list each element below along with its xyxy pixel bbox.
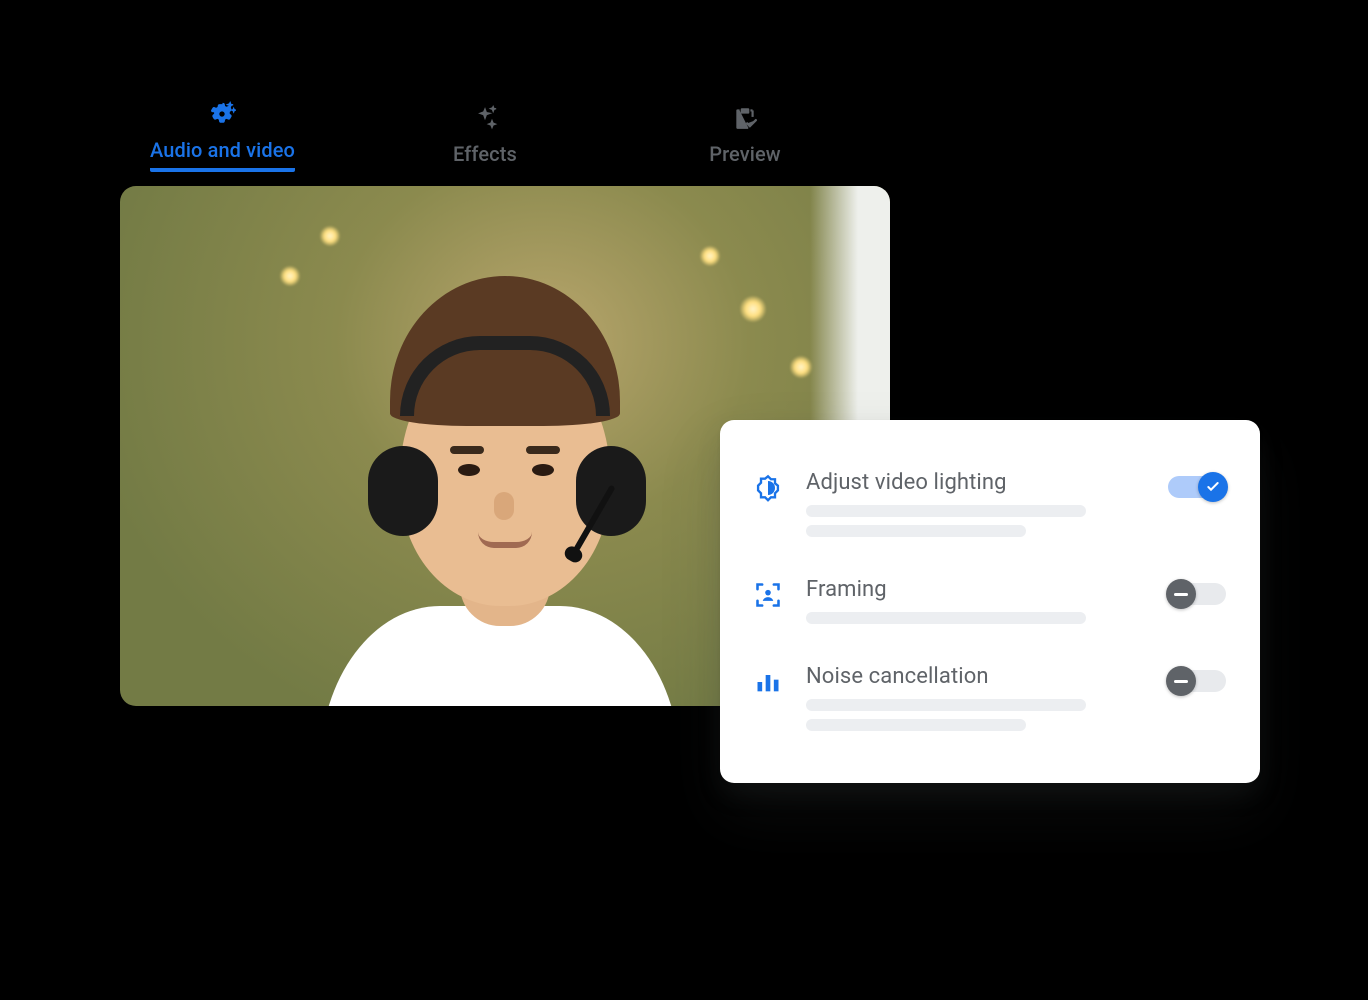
tab-label: Preview [709, 142, 781, 172]
setting-description-placeholder [806, 525, 1026, 537]
setting-description-placeholder [806, 612, 1086, 624]
tab-audio-and-video[interactable]: Audio and video [150, 100, 295, 172]
setting-description-placeholder [806, 699, 1086, 711]
setting-adjust-lighting: Adjust video lighting [754, 454, 1226, 561]
tab-label: Effects [453, 142, 517, 172]
setting-framing: Framing [754, 561, 1226, 648]
setting-description-placeholder [806, 719, 1026, 731]
frame-person-icon [754, 581, 784, 613]
setting-title: Adjust video lighting [806, 470, 1146, 495]
sparkles-icon [471, 104, 499, 132]
participant-avatar [280, 286, 720, 706]
equalizer-icon [754, 668, 784, 700]
audio-video-settings-panel: Adjust video lighting Framing [720, 420, 1260, 783]
toggle-framing[interactable] [1168, 583, 1226, 605]
tab-label: Audio and video [150, 138, 295, 172]
toggle-noise-cancellation[interactable] [1168, 670, 1226, 692]
settings-stage: Audio and video Effects Preview [120, 100, 1220, 706]
tab-preview[interactable]: Preview [675, 104, 815, 172]
toggle-adjust-lighting[interactable] [1168, 476, 1226, 498]
setting-noise-cancellation: Noise cancellation [754, 648, 1226, 755]
setting-title: Framing [806, 577, 1146, 602]
setting-description-placeholder [806, 505, 1086, 517]
tabs-bar: Audio and video Effects Preview [120, 100, 1220, 186]
gear-sparkle-icon [208, 100, 236, 128]
clipboard-check-icon [731, 104, 759, 132]
brightness-icon [754, 474, 784, 506]
setting-title: Noise cancellation [806, 664, 1146, 689]
tab-effects[interactable]: Effects [415, 104, 555, 172]
